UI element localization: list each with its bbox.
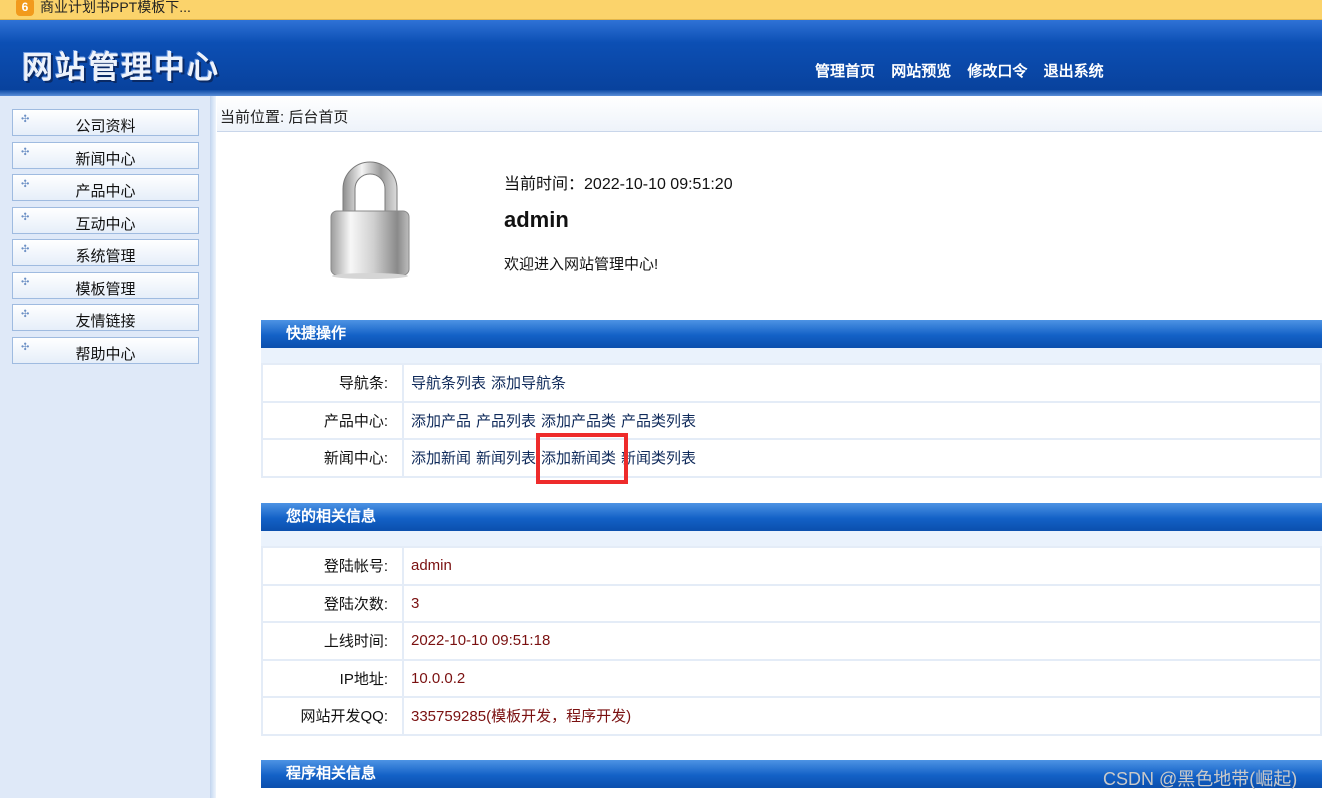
breadcrumb-bar: 当前位置: 后台首页 <box>217 96 1322 132</box>
row-label: 新闻中心: <box>261 438 404 478</box>
row-label: 产品中心: <box>261 400 404 440</box>
browser-tab-title: 商业计划书PPT模板下... <box>40 0 191 15</box>
quick-ops-table: 导航条: 导航条列表 添加导航条 产品中心: 添加产品 产品列表 添加产品类 产品类列表… <box>261 363 1322 478</box>
lock-icon <box>330 161 410 279</box>
user-info-table: 登陆帐号: admin 登陆次数: 3 上线时间: 2022-10-10 09:… <box>261 546 1322 736</box>
table-row: 登陆次数: 3 <box>261 583 1322 623</box>
nav-admin-home[interactable]: 管理首页 <box>815 60 875 81</box>
current-time: 当前时间：2022-10-10 09:51:20 <box>504 170 733 194</box>
sidebar-item-label: 帮助中心 <box>75 346 136 363</box>
row-label: 上线时间: <box>261 621 404 661</box>
link-product-category-list[interactable]: 产品类列表 <box>621 413 696 430</box>
section-header-user-info: 您的相关信息 <box>261 503 1322 531</box>
sidebar-item-links[interactable]: ✣ 友情链接 <box>12 304 199 331</box>
link-news-category-list[interactable]: 新闻类列表 <box>621 450 696 467</box>
breadcrumb: 当前位置: 后台首页 <box>220 109 349 126</box>
sidebar-item-system[interactable]: ✣ 系统管理 <box>12 239 199 266</box>
sidebar-item-label: 互动中心 <box>75 216 136 233</box>
sidebar-item-label: 新闻中心 <box>75 151 136 168</box>
nav-change-password[interactable]: 修改口令 <box>967 60 1027 81</box>
site-favicon-icon: 6 <box>16 0 34 16</box>
link-add-product[interactable]: 添加产品 <box>411 413 471 430</box>
table-row: 导航条: 导航条列表 添加导航条 <box>261 363 1322 403</box>
table-row: 登陆帐号: admin <box>261 546 1322 586</box>
table-row: IP地址: 10.0.0.2 <box>261 658 1322 698</box>
sidebar-item-news[interactable]: ✣ 新闻中心 <box>12 142 199 169</box>
current-time-label: 当前时间： <box>504 176 585 193</box>
row-label: 导航条: <box>261 363 404 403</box>
welcome-message: 欢迎进入网站管理中心! <box>504 256 659 273</box>
sidebar-item-label: 产品中心 <box>75 183 136 200</box>
highlight-box <box>536 433 628 484</box>
section-header-quick-ops: 快捷操作 <box>261 320 1322 348</box>
section-subbar <box>261 348 1322 364</box>
row-value: 2022-10-10 09:51:18 <box>402 621 1322 661</box>
sidebar-item-label: 友情链接 <box>75 313 136 330</box>
section-subbar <box>261 531 1322 547</box>
link-product-list[interactable]: 产品列表 <box>476 413 536 430</box>
sidebar: ✣ 公司资料 ✣ 新闻中心 ✣ 产品中心 ✣ 互动中心 ✣ 系统管理 ✣ 模板管… <box>0 96 216 798</box>
row-value: 335759285(模板开发，程序开发) <box>402 696 1322 736</box>
browser-tab[interactable]: 6 商业计划书PPT模板下... <box>0 0 191 20</box>
admin-header: 网站管理中心 管理首页 网站预览 修改口令 退出系统 <box>0 20 1322 96</box>
row-label: 网站开发QQ: <box>261 696 404 736</box>
nav-site-preview[interactable]: 网站预览 <box>891 60 951 81</box>
username-heading: admin <box>504 207 569 232</box>
current-time-value: 2022-10-10 09:51:20 <box>584 176 733 193</box>
sidebar-item-label: 系统管理 <box>75 248 136 265</box>
site-logo: 网站管理中心 <box>22 50 220 86</box>
row-label: 登陆帐号: <box>261 546 404 586</box>
link-nav-list[interactable]: 导航条列表 <box>411 375 486 392</box>
link-add-nav[interactable]: 添加导航条 <box>491 375 566 392</box>
row-value: 3 <box>402 583 1322 623</box>
sidebar-item-label: 公司资料 <box>75 118 136 135</box>
table-row: 上线时间: 2022-10-10 09:51:18 <box>261 621 1322 661</box>
nav-logout[interactable]: 退出系统 <box>1044 60 1104 81</box>
row-label: 登陆次数: <box>261 583 404 623</box>
sidebar-item-label: 模板管理 <box>75 281 136 298</box>
link-news-list[interactable]: 新闻列表 <box>476 450 536 467</box>
top-nav: 管理首页 网站预览 修改口令 退出系统 <box>815 60 1116 81</box>
link-add-news[interactable]: 添加新闻 <box>411 450 471 467</box>
sidebar-item-interaction[interactable]: ✣ 互动中心 <box>12 207 199 234</box>
browser-tab-bar: 6 商业计划书PPT模板下... <box>0 0 1322 20</box>
table-row: 网站开发QQ: 335759285(模板开发，程序开发) <box>261 696 1322 736</box>
row-value: 10.0.0.2 <box>402 658 1322 698</box>
sidebar-item-templates[interactable]: ✣ 模板管理 <box>12 272 199 299</box>
row-label: IP地址: <box>261 658 404 698</box>
row-links: 导航条列表 添加导航条 <box>402 363 1322 403</box>
link-add-product-category[interactable]: 添加产品类 <box>541 413 616 430</box>
table-row: 产品中心: 添加产品 产品列表 添加产品类 产品类列表 <box>261 400 1322 440</box>
sidebar-item-help[interactable]: ✣ 帮助中心 <box>12 337 199 364</box>
sidebar-item-company[interactable]: ✣ 公司资料 <box>12 109 199 136</box>
watermark: CSDN @黑色地带(崛起) <box>1103 769 1298 789</box>
table-row: 新闻中心: 添加新闻 新闻列表 添加新闻类 新闻类列表 <box>261 438 1322 478</box>
sidebar-item-products[interactable]: ✣ 产品中心 <box>12 174 199 201</box>
row-value: admin <box>402 546 1322 586</box>
